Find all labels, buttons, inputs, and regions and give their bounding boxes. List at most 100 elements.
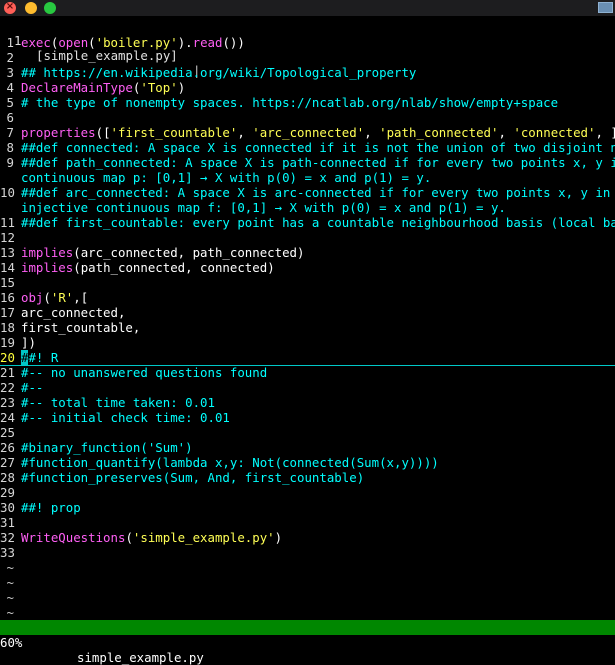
line-text: #-- total time taken: 0.01: [21, 395, 215, 410]
line-number: 14: [0, 260, 15, 275]
token: injective continuous map f: [0,1] → X wi…: [21, 200, 506, 215]
token: WriteQuestions: [21, 530, 126, 545]
code-line[interactable]: 28 #function_preserves(Sum, And, first_co…: [0, 470, 615, 485]
token: (: [43, 290, 51, 305]
token: ,: [498, 125, 514, 140]
line-text: ## https://en.wikipedia.org/wiki/Topolog…: [21, 65, 416, 80]
line-text: ##def arc_connected: A space X is arc-co…: [21, 185, 615, 200]
code-line[interactable]: 24 #-- initial check time: 0.01: [0, 410, 615, 425]
line-number: 2: [6, 50, 14, 65]
line-number: 3: [6, 65, 14, 80]
empty-line-marker[interactable]: ~: [0, 605, 615, 620]
code-line[interactable]: 3 ## https://en.wikipedia.org/wiki/Topolo…: [0, 65, 615, 80]
code-line[interactable]: 16 obj('R',[: [0, 290, 615, 305]
token: ): [297, 245, 305, 260]
code-line[interactable]: 27 #function_quantify(lambda x,y: Not(con…: [0, 455, 615, 470]
code-line[interactable]: 13 implies(arc_connected, path_connected): [0, 245, 615, 260]
window-icon[interactable]: [598, 2, 613, 13]
code-line[interactable]: 7 properties(['first_countable', 'arc_con…: [0, 125, 615, 140]
code-line[interactable]: 19]): [0, 335, 615, 350]
code-line[interactable]: 11 ##def first_countable: every point has…: [0, 215, 615, 230]
line-number: 32: [0, 530, 15, 545]
code-line[interactable]: 30 ##! prop: [0, 500, 615, 515]
minimize-icon[interactable]: [25, 2, 37, 14]
line-number: 21: [0, 365, 15, 380]
code-line[interactable]: 32 WriteQuestions('simple_example.py'): [0, 530, 615, 545]
code-line[interactable]: 26 #binary_function('Sum'): [0, 440, 615, 455]
line-text: #binary_function('Sum'): [21, 440, 193, 455]
line-number: 11: [0, 215, 15, 230]
line-text: #function_quantify(lambda x,y: Not(conne…: [21, 455, 439, 470]
code-line[interactable]: 23 #-- total time taken: 0.01: [0, 395, 615, 410]
token: (: [88, 35, 96, 50]
token: path_connected, connected: [80, 260, 268, 275]
token: arc_connected, path_connected: [80, 245, 298, 260]
token: #function_preserves(Sum, And, first_coun…: [21, 470, 365, 485]
tilde-marker: ~: [6, 605, 14, 620]
line-text: obj('R',[: [21, 290, 88, 305]
line-number: 12: [0, 230, 15, 245]
line-number: 31: [0, 515, 15, 530]
code-line[interactable]: 5 # the type of nonempty spaces. https://…: [0, 95, 615, 110]
editor-buffer[interactable]: 1 exec(open('boiler.py').read()) 2 3 ## http…: [0, 35, 615, 620]
token: exec: [21, 35, 51, 50]
code-line[interactable]: 12: [0, 230, 615, 245]
token: #function_quantify(lambda x,y: Not(conne…: [21, 455, 439, 470]
code-line[interactable]: 15: [0, 275, 615, 290]
token: 'simple_example.py': [132, 530, 275, 545]
line-number: 10: [0, 185, 15, 200]
token: 'arc_connected': [252, 125, 365, 140]
code-line[interactable]: 10 ##def arc_connected: A space X is arc-…: [0, 185, 615, 200]
line-number: 19: [0, 335, 15, 350]
empty-line-marker[interactable]: ~: [0, 560, 615, 575]
line-text: injective continuous map f: [0,1] → X wi…: [21, 200, 506, 215]
code-line[interactable]: 22 #--: [0, 380, 615, 395]
code-line[interactable]: 8 ##def connected: A space X is connected…: [0, 140, 615, 155]
line-text: arc_connected,: [21, 305, 125, 320]
status-line: 60% simple_example.py: [0, 620, 615, 665]
code-line[interactable]: 4 DeclareMainType('Top'): [0, 80, 615, 95]
code-line[interactable]: 1 exec(open('boiler.py').read()): [0, 35, 615, 50]
line-number: 29: [0, 485, 15, 500]
line-number: 13: [0, 245, 15, 260]
code-line[interactable]: 31: [0, 515, 615, 530]
token: 'Top': [140, 80, 178, 95]
code-line[interactable]: 20 ##! R: [0, 350, 615, 365]
token: ,[: [73, 290, 89, 305]
token: # the type of nonempty spaces. https://n…: [21, 95, 559, 110]
code-line[interactable]: 25: [0, 425, 615, 440]
status-filename: simple_example.py: [77, 650, 204, 665]
token: #binary_function('Sum'): [21, 440, 193, 455]
window-titlebar: ×: [0, 0, 615, 16]
token: 'connected': [513, 125, 596, 140]
line-text: first_countable,: [21, 320, 140, 335]
code-line[interactable]: 17 arc_connected,: [0, 305, 615, 320]
code-line[interactable]: continuous map p: [0,1] → X with p(0) = …: [0, 170, 615, 185]
empty-line-marker[interactable]: ~: [0, 590, 615, 605]
zoom-icon[interactable]: [44, 2, 56, 14]
code-line[interactable]: 33: [0, 545, 615, 560]
close-icon: ×: [5, 1, 15, 12]
token: ##def path_connected: A space X is path-…: [21, 155, 615, 170]
code-line[interactable]: 9 ##def path_connected: A space X is path…: [0, 155, 615, 170]
line-number: 6: [6, 110, 14, 125]
line-number: 17: [0, 305, 15, 320]
code-line[interactable]: 29: [0, 485, 615, 500]
tilde-marker: ~: [6, 575, 14, 590]
token: #-- no unanswered questions found: [21, 365, 268, 380]
line-number: 18: [0, 320, 15, 335]
code-line[interactable]: 21 #-- no unanswered questions found: [0, 365, 615, 380]
line-text: exec(open('boiler.py').read()): [21, 35, 245, 50]
token: , ]): [595, 125, 615, 140]
code-line[interactable]: 18 first_countable,: [0, 320, 615, 335]
token: DeclareMainType: [21, 80, 133, 95]
line-number: 16: [0, 290, 15, 305]
code-line[interactable]: 6: [0, 110, 615, 125]
empty-line-marker[interactable]: ~: [0, 575, 615, 590]
code-line[interactable]: 2: [0, 50, 615, 65]
code-line[interactable]: injective continuous map f: [0,1] → X wi…: [0, 200, 615, 215]
token: ##def arc_connected: A space X is arc-co…: [21, 185, 615, 200]
token: first_countable,: [21, 320, 141, 335]
code-line[interactable]: 14 implies(path_connected, connected): [0, 260, 615, 275]
line-text: #-- no unanswered questions found: [21, 365, 267, 380]
